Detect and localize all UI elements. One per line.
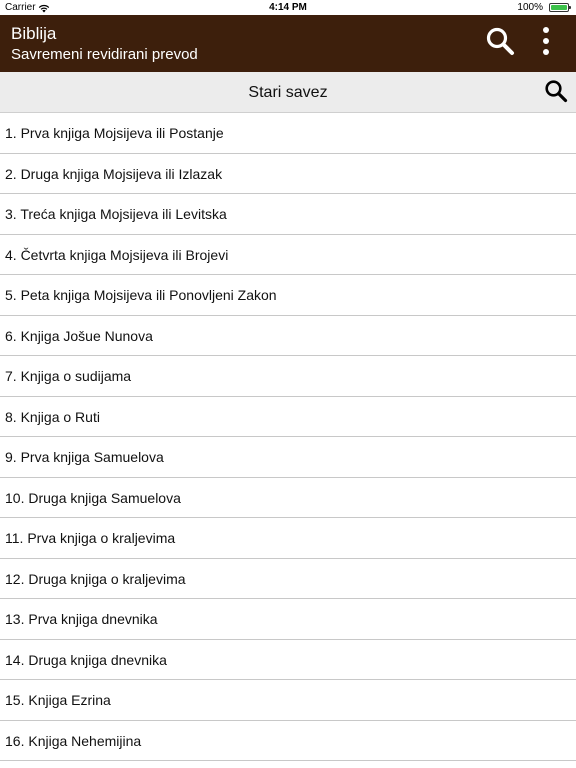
search-icon [485, 26, 515, 61]
section-title: Stari savez [248, 84, 328, 101]
battery-percent: 100% [517, 2, 543, 13]
book-item[interactable]: 3. Treća knjiga Mojsijeva ili Levitska [0, 194, 576, 235]
section-search-button[interactable] [541, 78, 571, 108]
book-item[interactable]: 6. Knjiga Jošue Nunova [0, 316, 576, 356]
app-title: Biblija [11, 24, 57, 43]
book-item[interactable]: 11. Prva knjiga o kraljevima [0, 518, 576, 559]
book-item[interactable]: 2. Druga knjiga Mojsijeva ili Izlazak [0, 154, 576, 194]
book-item[interactable]: 4. Četvrta knjiga Mojsijeva ili Brojevi [0, 235, 576, 275]
book-item[interactable]: 7. Knjiga o sudijama [0, 356, 576, 397]
app-subtitle: Savremeni revidirani prevod [11, 46, 198, 63]
more-vertical-icon [541, 26, 551, 61]
book-item[interactable]: 15. Knjiga Ezrina [0, 680, 576, 721]
book-item[interactable]: 16. Knjiga Nehemijina [0, 721, 576, 761]
section-header: Stari savez [0, 72, 576, 113]
search-icon [544, 79, 568, 108]
book-item[interactable]: 5. Peta knjiga Mojsijeva ili Ponovljeni … [0, 275, 576, 316]
book-item[interactable]: 9. Prva knjiga Samuelova [0, 437, 576, 478]
app-bar: Biblija Savremeni revidirani prevod [0, 15, 576, 72]
book-item[interactable]: 10. Druga knjiga Samuelova [0, 478, 576, 518]
battery-icon [549, 3, 571, 12]
book-item[interactable]: 8. Knjiga o Ruti [0, 397, 576, 437]
status-time: 4:14 PM [269, 2, 307, 13]
status-bar: Carrier 4:14 PM 100% [0, 0, 576, 15]
book-item[interactable]: 12. Druga knjiga o kraljevima [0, 559, 576, 599]
book-item[interactable]: 13. Prva knjiga dnevnika [0, 599, 576, 640]
search-button[interactable] [482, 24, 518, 62]
book-list: 1. Prva knjiga Mojsijeva ili Postanje 2.… [0, 113, 576, 761]
more-options-button[interactable] [528, 24, 564, 62]
book-item[interactable]: 14. Druga knjiga dnevnika [0, 640, 576, 680]
book-item[interactable]: 1. Prva knjiga Mojsijeva ili Postanje [0, 113, 576, 154]
